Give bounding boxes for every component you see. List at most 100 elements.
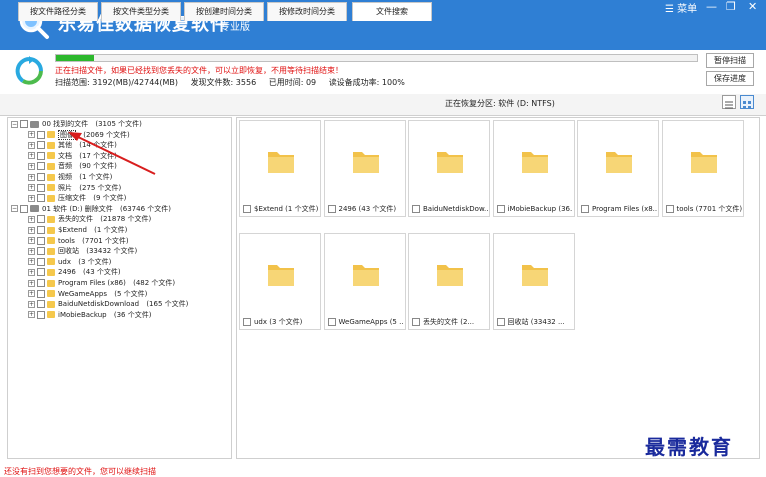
scan-progress-bar: [55, 54, 698, 62]
expand-icon[interactable]: +: [28, 258, 35, 266]
tree-checkbox[interactable]: [37, 162, 45, 171]
expand-icon[interactable]: +: [28, 237, 35, 245]
folder-icon: [437, 265, 463, 286]
tree-item[interactable]: + udx (3 个文件): [28, 257, 111, 267]
tree-item-count: (63746 个文件): [117, 204, 171, 213]
folder-tile[interactable]: $Extend (1 个文件): [239, 120, 321, 217]
tree-item[interactable]: + 视频 (1 个文件): [28, 172, 112, 182]
tree-item[interactable]: + iMobieBackup (36 个文件): [28, 310, 151, 320]
tab-by-modified[interactable]: 按修改时间分类: [267, 2, 347, 21]
tree-item[interactable]: +2496 (43 个文件): [28, 267, 121, 277]
tree-checkbox[interactable]: [37, 247, 45, 256]
tree-item[interactable]: + 文档 (17 个文件): [28, 151, 117, 161]
expand-icon[interactable]: +: [28, 173, 35, 181]
tree-item[interactable]: + 音频 (90 个文件): [28, 161, 117, 171]
tree-item-count: (33432 个文件): [84, 247, 138, 256]
tree-item[interactable]: + tools (7701 个文件): [28, 236, 129, 246]
tile-checkbox[interactable]: [327, 205, 336, 213]
tree-item[interactable]: − 01 软件 (D:) 删除文件 (63746 个文件): [11, 204, 171, 214]
tree-checkbox[interactable]: [37, 173, 45, 181]
tile-checkbox[interactable]: [496, 205, 505, 213]
expand-icon[interactable]: +: [28, 290, 35, 298]
tree-checkbox[interactable]: [20, 120, 28, 128]
folder-tile[interactable]: tools (7701 个文件): [661, 120, 744, 217]
tree-item[interactable]: + 丢失的文件 (21878 个文件): [28, 214, 151, 224]
tile-checkbox[interactable]: [496, 318, 505, 326]
tile-checkbox[interactable]: [327, 318, 336, 326]
tab-by-created[interactable]: 按创建时间分类: [184, 2, 264, 21]
grid-view-icon[interactable]: [740, 95, 754, 109]
tree-checkbox[interactable]: [37, 310, 45, 319]
tab-by-type[interactable]: 按文件类型分类: [101, 2, 181, 21]
tree-checkbox[interactable]: [37, 183, 45, 192]
expand-icon[interactable]: +: [28, 162, 35, 170]
tree-checkbox[interactable]: [37, 226, 45, 234]
tree-item[interactable]: + Program Files (x86) (482 个文件): [28, 278, 175, 288]
menu-button[interactable]: ☰ 菜单: [665, 0, 697, 15]
tree-item[interactable]: − 00 找到的文件 (3105 个文件): [11, 119, 142, 129]
expand-icon[interactable]: +: [28, 215, 35, 223]
expand-icon[interactable]: +: [28, 300, 35, 308]
folder-tile[interactable]: iMobieBackup (36...: [492, 120, 575, 217]
tile-checkbox[interactable]: [581, 205, 589, 213]
expand-icon[interactable]: +: [28, 141, 35, 149]
restore-button[interactable]: ❐: [726, 0, 736, 13]
folder-tile-label: udx (3 个文件): [254, 318, 303, 326]
tab-by-path[interactable]: 按文件路径分类: [18, 2, 98, 21]
collapse-icon[interactable]: −: [11, 120, 18, 128]
tile-checkbox[interactable]: [665, 205, 674, 213]
folder-tile[interactable]: WeGameApps (5 ...: [323, 233, 406, 330]
expand-icon[interactable]: +: [28, 152, 35, 160]
folder-tile[interactable]: udx (3 个文件): [239, 233, 321, 330]
folder-tile[interactable]: 回收站 (33432 ...: [492, 233, 575, 330]
expand-icon[interactable]: +: [28, 226, 35, 234]
folder-tile[interactable]: 2496 (43 个文件): [323, 120, 406, 217]
tile-checkbox[interactable]: [243, 318, 251, 326]
folder-tile-caption: iMobieBackup (36...: [496, 205, 573, 214]
expand-icon[interactable]: +: [28, 247, 35, 255]
save-progress-button[interactable]: 保存进度: [706, 71, 754, 86]
folder-tile[interactable]: 丢失的文件 (2...: [408, 233, 490, 330]
expand-icon[interactable]: +: [28, 184, 35, 192]
tree-item[interactable]: + 回收站 (33432 个文件): [28, 246, 137, 256]
tree-checkbox[interactable]: [37, 130, 45, 139]
expand-icon[interactable]: +: [28, 279, 35, 287]
tree-checkbox[interactable]: [37, 236, 45, 245]
tree-item[interactable]: + $Extend (1 个文件): [28, 225, 127, 235]
tree-item[interactable]: + WeGameApps (5 个文件): [28, 289, 147, 299]
expand-icon[interactable]: +: [28, 131, 35, 139]
list-view-icon[interactable]: [722, 95, 736, 109]
tree-checkbox[interactable]: [37, 257, 45, 266]
tree-checkbox[interactable]: [37, 300, 45, 309]
tile-checkbox[interactable]: [412, 205, 420, 213]
tree-checkbox[interactable]: [20, 204, 28, 213]
tile-checkbox[interactable]: [412, 318, 420, 326]
tree-checkbox[interactable]: [37, 289, 45, 298]
close-button[interactable]: ✕: [748, 0, 757, 13]
tree-item[interactable]: + 其他 (14 个文件): [28, 140, 117, 150]
tree-checkbox[interactable]: [37, 151, 45, 160]
minimize-button[interactable]: —: [706, 0, 717, 13]
tree-item[interactable]: + 照片 (275 个文件): [28, 183, 121, 193]
tree-item[interactable]: + 图像 (2069 个文件): [28, 129, 130, 140]
folder-tile[interactable]: Program Files (x8...: [577, 120, 659, 217]
expand-icon[interactable]: +: [28, 311, 35, 319]
tree-item-count: (43 个文件): [80, 268, 121, 277]
expand-icon[interactable]: +: [28, 268, 35, 276]
tree-checkbox[interactable]: [37, 141, 45, 150]
tree-checkbox[interactable]: [37, 268, 45, 277]
tree-checkbox[interactable]: [37, 215, 45, 224]
tree-checkbox[interactable]: [37, 194, 45, 203]
tab-file-search[interactable]: 文件搜索: [352, 2, 432, 21]
tree-item-label: iMobieBackup: [58, 310, 107, 319]
collapse-icon[interactable]: −: [11, 205, 18, 213]
tile-checkbox[interactable]: [243, 205, 251, 213]
tree-item[interactable]: + 压缩文件 (9 个文件): [28, 193, 126, 203]
tree-item-label: BaiduNetdiskDownload: [58, 300, 140, 309]
folder-tile[interactable]: BaiduNetdiskDow...: [408, 120, 490, 217]
expand-icon[interactable]: +: [28, 194, 35, 202]
pause-scan-button[interactable]: 暂停扫描: [706, 53, 754, 68]
tree-checkbox[interactable]: [37, 279, 45, 287]
tree-item[interactable]: + BaiduNetdiskDownload (165 个文件): [28, 299, 188, 309]
folder-icon: [47, 141, 55, 149]
